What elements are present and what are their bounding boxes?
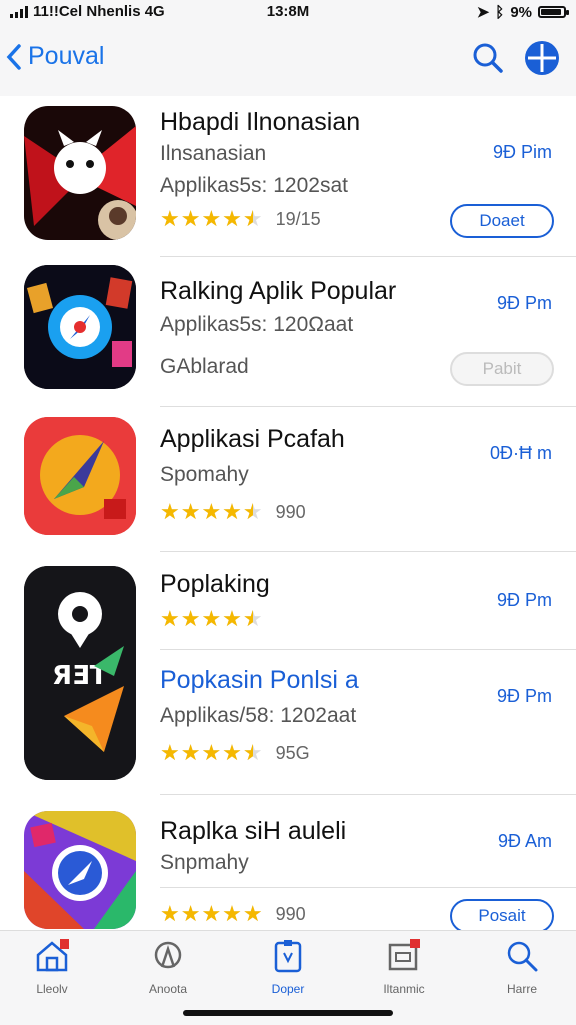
app-title: Hbapdi Ilnonasian <box>160 108 361 136</box>
tab-label: Lleolv <box>36 982 68 996</box>
app-time: 9Ð Pm <box>496 590 552 610</box>
app-title: Raplka siH auleli <box>160 817 347 845</box>
star-fill: ★★★★★ <box>160 903 264 925</box>
app-subtitle: Snpmahy <box>160 851 249 874</box>
bluetooth-icon: ᛒ <box>495 3 505 21</box>
rating-count: 990 <box>275 903 306 924</box>
battery-icon <box>538 6 569 18</box>
rating: ★★★★★★★★★★ 990 <box>160 903 306 925</box>
app-time: 9Ð Pm <box>496 293 552 313</box>
app-time: 9Ð Am <box>497 831 552 851</box>
app-title: Ralking Aplik Popular <box>160 277 397 305</box>
star-rating: ★★★★★★★★★★ <box>160 499 264 524</box>
app-title: Poplaking <box>160 570 270 598</box>
back-button[interactable]: Pouval <box>6 42 104 71</box>
tab-apps[interactable]: Doper <box>238 939 338 996</box>
search-icon[interactable] <box>472 42 504 74</box>
updates-icon <box>388 939 420 971</box>
app-time: 9Ð Pm <box>496 686 552 706</box>
back-label: Pouval <box>28 42 105 70</box>
tab-today[interactable]: Lleolv <box>2 939 102 996</box>
list-item[interactable]: Ralking Aplik Popular Applikas5s: 120Ωaa… <box>0 257 576 402</box>
chevron-left-icon <box>6 43 21 70</box>
app-title: Popkasin Ponlsi a <box>160 666 359 694</box>
app-subtitle: Spomahy <box>160 463 249 486</box>
home-indicator <box>183 1010 393 1016</box>
star-rating: ★★★★★★★★★★ <box>160 206 264 231</box>
rating: ★★★★★★★★★★ 95G <box>160 742 310 764</box>
get-button[interactable]: Doaet <box>450 204 554 238</box>
app-subtitle: Applikas/58: 1202aat <box>160 704 357 727</box>
app-icon <box>24 811 136 929</box>
star-fill: ★★★★★ <box>160 501 253 523</box>
rating-count: 990 <box>275 501 306 522</box>
rating-count: 95G <box>275 742 310 763</box>
get-button[interactable]: Pabit <box>450 352 554 386</box>
globe-icon[interactable] <box>524 40 560 76</box>
tab-games[interactable]: Anoota <box>118 939 218 996</box>
list-item[interactable]: Applikasi Pcafah Spomahy 0Ð·Ħ m ★★★★★ ★★★… <box>0 407 576 552</box>
tab-label: Doper <box>271 982 305 996</box>
tab-label: Harre <box>506 982 537 996</box>
star-fill: ★★★★★ <box>160 608 253 630</box>
list-item[interactable]: Hbapdi Ilnonasian Ilnsanasian Applikas5s… <box>0 96 576 246</box>
star-rating: ★★★★★★★★★★ <box>160 606 264 631</box>
app-icon <box>24 417 136 535</box>
app-list: Hbapdi Ilnonasian Ilnsanasian Applikas5s… <box>0 96 576 930</box>
list-item[interactable]: Popkasin Ponlsi a Applikas/58: 1202aat 9… <box>0 650 576 795</box>
app-subtitle: Applikas5s: 120Ωaat <box>160 313 354 336</box>
compass-icon <box>154 941 182 969</box>
search-icon <box>507 941 538 972</box>
apps-icon <box>274 940 302 973</box>
navigation-bar: Pouval <box>0 24 576 96</box>
location-icon: ➤ <box>476 4 490 21</box>
star-fill: ★★★★★ <box>160 742 253 764</box>
star-rating: ★★★★★★★★★★ <box>160 901 264 926</box>
app-icon <box>24 265 136 389</box>
app-time: 9Đ Pim <box>492 142 552 162</box>
app-subtitle: Ilnsanasian <box>160 142 267 165</box>
list-item[interactable]: Raplka siH auleli Snpmahy 9Ð Am ★★★★★ ★★★… <box>0 795 576 930</box>
rating: ★★★★★★★★★★ 990 <box>160 501 306 523</box>
star-rating: ★★★★★★★★★★ <box>160 740 264 765</box>
tab-label: Iltanmic <box>383 982 425 996</box>
tab-label: Anoota <box>148 982 188 996</box>
app-detail: GAblarad <box>160 355 249 378</box>
list-item[interactable]: Poplaking 9Ð Pm ★★★★★★★★★★ <box>0 552 576 652</box>
rating-count: 19/15 <box>275 208 321 229</box>
star-fill: ★★★★★ <box>160 208 253 230</box>
status-bar: 11!!Cel Nhenlis 4G 13:8M ➤ ᛒ 9% <box>0 0 576 24</box>
tab-search[interactable]: Harre <box>472 939 572 996</box>
battery-percent: 9% <box>510 3 532 21</box>
app-time: 0Ð·Ħ m <box>490 443 552 463</box>
rating: ★★★★★★★★★★ <box>160 608 264 630</box>
get-button[interactable]: Posait <box>450 899 554 930</box>
tab-updates[interactable]: Iltanmic <box>354 939 454 996</box>
app-title: Applikasi Pcafah <box>160 425 345 453</box>
divider <box>160 887 576 888</box>
home-icon <box>36 939 69 972</box>
app-icon <box>24 106 136 240</box>
rating: ★★★★★★★★★★ 19/15 <box>160 208 321 230</box>
app-detail: Applikas5s: 1202sat <box>160 174 348 197</box>
